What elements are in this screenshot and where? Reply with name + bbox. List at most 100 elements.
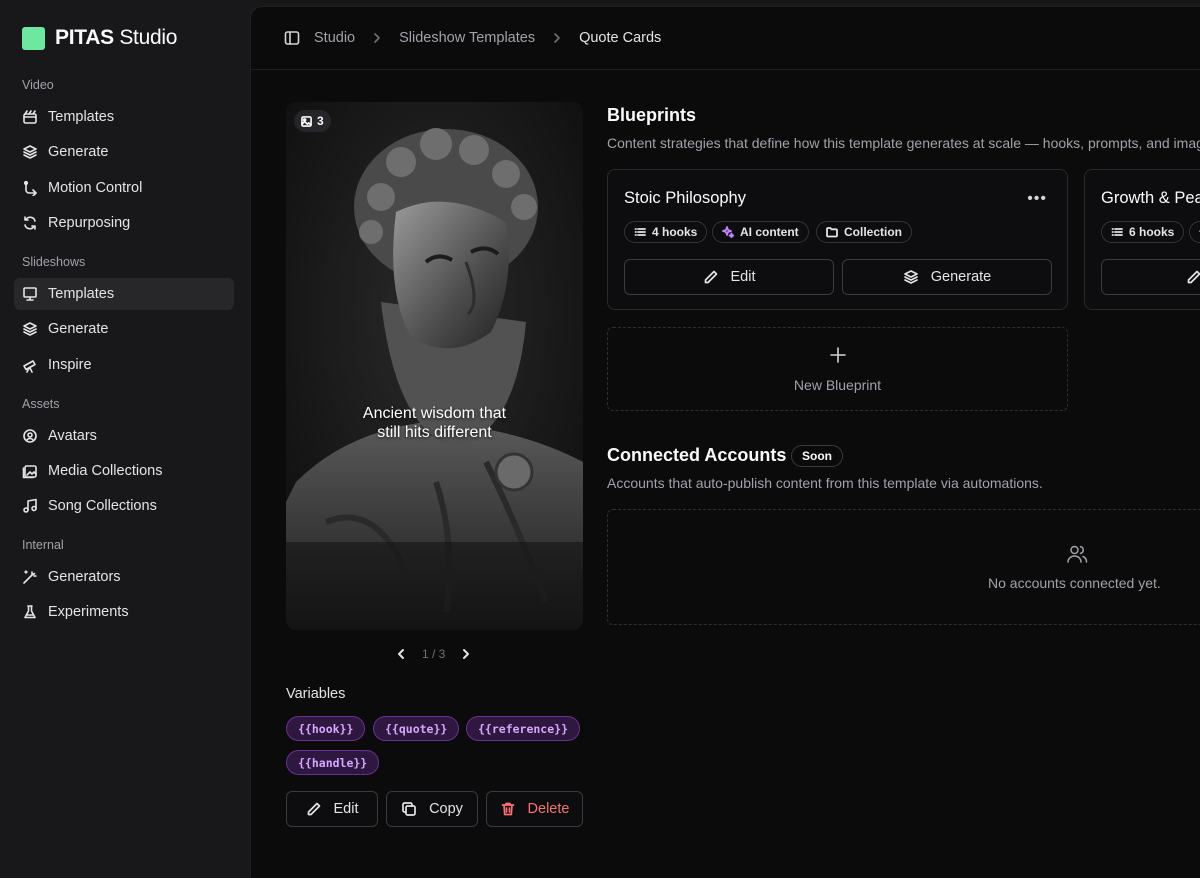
brand-name: PITAS Studio [55,26,178,49]
blueprints-title: Blueprints [607,105,697,125]
slide-preview[interactable]: 3 Ancient wisdom that still hits differe… [286,102,583,630]
button-label: Edit [730,269,756,285]
sidebar-item-video-generate[interactable]: Generate [14,136,234,168]
presentation-icon [23,287,37,301]
statue-image [286,102,583,630]
sidebar-item-slideshow-templates[interactable]: Templates [14,278,234,310]
telescope-icon [23,360,36,373]
pill-label: 6 hooks [1129,225,1175,239]
image-count: 3 [317,114,324,128]
button-label: Generate [930,269,992,285]
button-label: Delete [527,801,570,817]
image-icon [301,115,312,127]
pencil-icon [1187,270,1200,284]
layers-icon [903,270,918,284]
trash-icon [501,802,514,816]
accounts-empty-state: No accounts connected yet. [607,509,1200,625]
section-label-assets: Assets [22,397,60,411]
soon-badge: Soon [791,445,843,467]
pencil-icon [307,802,320,816]
edit-template-button[interactable]: Edit [286,791,378,827]
copy-template-button[interactable]: Copy [386,791,478,827]
section-label-video: Video [22,78,54,92]
breadcrumb-current: Quote Cards [579,30,662,46]
folder-icon [826,227,838,238]
edit-blueprint-button[interactable]: Edit [624,259,834,295]
sidebar-item-song-collections[interactable]: Song Collections [14,490,234,522]
section-label-internal: Internal [22,538,64,552]
variables-title: Variables [286,686,346,702]
images-icon [22,465,37,479]
sidebar-toggle-icon[interactable] [284,30,300,46]
variable-chip-reference[interactable]: {{reference}} [466,716,581,741]
plus-icon [830,347,846,363]
sidebar-item-label: Repurposing [48,215,131,231]
blueprint-card[interactable]: Growth & Pea 6 hooks [1084,169,1200,310]
pencil-icon [704,270,717,284]
sidebar-item-label: Generate [48,144,109,160]
sidebar-item-label: Avatars [48,428,97,444]
delete-template-button[interactable]: Delete [486,791,583,827]
blueprints-description: Content strategies that define how this … [607,135,1200,151]
pill-label: Collection [844,225,903,239]
sidebar-item-label: Media Collections [48,463,163,479]
section-label-slideshows: Slideshows [22,255,86,269]
brand-logo [22,26,45,50]
app: PITAS Studio Video Templates Generate Mo… [0,0,1200,878]
variable-chip-quote[interactable]: {{quote}} [373,716,460,741]
variable-chip-hook[interactable]: {{hook}} [286,716,366,741]
users-icon [1067,545,1088,563]
sidebar-item-slideshow-generate[interactable]: Generate [14,313,234,345]
edit-blueprint-button[interactable] [1101,259,1200,295]
sparkles-icon [722,226,734,238]
wand-icon [23,570,37,584]
ai-content-pill: AI content [712,221,809,243]
blueprint-card[interactable]: Stoic Philosophy ••• 4 hooks AI content … [607,169,1068,310]
sidebar: PITAS Studio Video Templates Generate Mo… [0,0,250,878]
caption-line: still hits different [377,424,492,441]
breadcrumb: Studio Slideshow Templates Quote Cards [251,7,1200,70]
sidebar-item-label: Experiments [48,604,129,620]
new-blueprint-label: New Blueprint [793,377,882,393]
clapperboard-icon [23,110,37,124]
pill-label: AI content [740,225,799,239]
variable-chip-handle[interactable]: {{handle}} [286,750,380,775]
flask-icon [24,605,36,619]
sidebar-item-experiments[interactable]: Experiments [14,596,234,628]
music-icon [23,498,37,513]
user-circle-icon [23,429,37,443]
main-panel: Studio Slideshow Templates Quote Cards 3… [250,6,1200,878]
button-label: Edit [333,801,359,817]
hooks-pill: 6 hooks [1101,221,1185,243]
blueprint-title: Stoic Philosophy [624,189,746,207]
slide-pager: 1 / 3 [394,647,473,661]
brand[interactable]: PITAS Studio [22,26,177,50]
generate-blueprint-button[interactable]: Generate [842,259,1052,295]
chevron-right-icon [554,33,560,43]
sidebar-item-label: Generators [48,569,121,585]
sidebar-item-motion-control[interactable]: Motion Control [14,172,234,204]
sidebar-item-label: Motion Control [48,180,143,196]
sidebar-item-label: Templates [48,286,115,302]
sidebar-item-repurposing[interactable]: Repurposing [14,207,234,239]
list-icon [634,228,646,236]
more-options-icon[interactable]: ••• [1027,190,1047,208]
layers-icon [23,145,37,159]
breadcrumb-slideshow-templates[interactable]: Slideshow Templates [399,30,535,46]
chevron-right-icon[interactable] [459,647,473,661]
sidebar-item-inspire[interactable]: Inspire [14,349,234,381]
copy-icon [402,802,416,816]
chevron-left-icon[interactable] [394,647,408,661]
chevron-right-icon [374,33,380,43]
sidebar-item-label: Generate [48,321,109,337]
sidebar-item-generators[interactable]: Generators [14,561,234,593]
new-blueprint-button[interactable]: New Blueprint [607,327,1068,411]
sidebar-item-media-collections[interactable]: Media Collections [14,455,234,487]
ai-content-pill [1189,221,1200,243]
hooks-pill: 4 hooks [624,221,708,243]
sidebar-item-avatars[interactable]: Avatars [14,420,234,452]
image-count-badge: 3 [294,110,331,132]
breadcrumb-studio[interactable]: Studio [314,30,355,46]
sidebar-item-video-templates[interactable]: Templates [14,101,234,133]
caption-line: Ancient wisdom that [362,405,507,422]
